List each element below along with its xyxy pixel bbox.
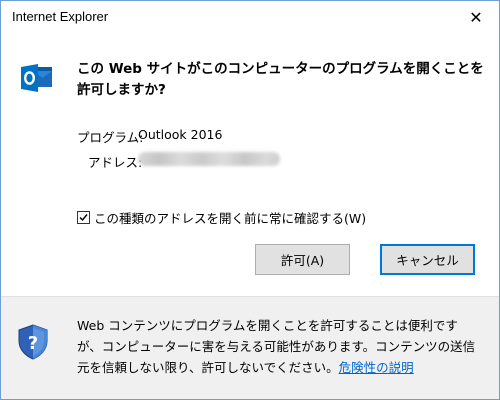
- address-label: アドレス:: [88, 155, 143, 170]
- risk-explanation-link[interactable]: 危険性の説明: [339, 360, 414, 375]
- outlook-icon: [21, 64, 53, 92]
- checkmark-icon: [79, 214, 88, 222]
- security-shield-icon: ?: [17, 324, 49, 360]
- close-icon: ✕: [469, 7, 483, 27]
- allow-button[interactable]: 許可(A): [255, 244, 350, 275]
- allow-button-label: 許可(A): [280, 253, 325, 268]
- confirm-checkbox-label: この種類のアドレスを開く前に常に確認する(W): [94, 211, 367, 226]
- svg-text:?: ?: [28, 333, 38, 354]
- cancel-button[interactable]: キャンセル: [380, 244, 475, 275]
- confirmation-question: この Web サイトがこのコンピューターのプログラムを開くことを許可しますか?: [77, 61, 484, 98]
- confirm-checkbox[interactable]: [77, 211, 90, 224]
- program-label: プログラム:: [77, 130, 144, 145]
- cancel-button-label: キャンセル: [396, 253, 459, 268]
- program-value: Outlook 2016: [138, 127, 223, 142]
- close-button[interactable]: ✕: [453, 1, 499, 33]
- window-title: Internet Explorer: [12, 9, 109, 24]
- footer-warning-text: Web コンテンツにプログラムを開くことを許可することは便利ですが、コンピュータ…: [77, 318, 476, 375]
- title-bar[interactable]: Internet Explorer ✕: [1, 1, 499, 33]
- dialog-window: Internet Explorer ✕ この Web サイトがこのコンピューター…: [0, 0, 500, 400]
- address-value-redacted: [138, 152, 280, 166]
- confirm-checkbox-row[interactable]: この種類のアドレスを開く前に常に確認する(W): [77, 208, 366, 227]
- footer-warning: Web コンテンツにプログラムを開くことを許可することは便利ですが、コンピュータ…: [77, 315, 481, 378]
